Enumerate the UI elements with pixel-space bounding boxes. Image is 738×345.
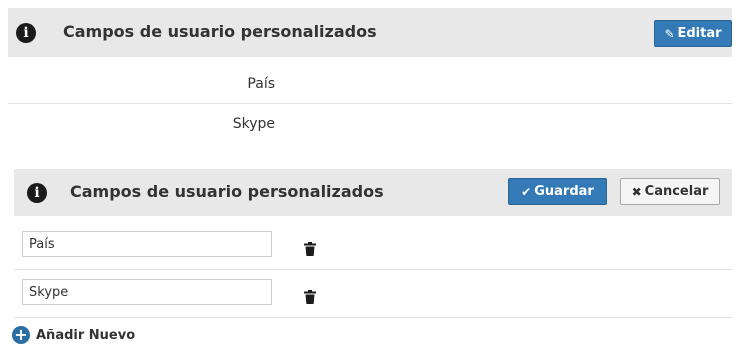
edit-row-divider [14,269,732,270]
view-field-skype: Skype [232,116,275,132]
check-icon: ✔ [521,184,532,199]
edit-button-label: Editar [677,26,722,41]
cancel-button-label: Cancelar [644,184,709,199]
edit-panel-title: Campos de usuario personalizados [70,182,384,201]
save-button-label: Guardar [534,184,594,199]
edit-row-divider [14,317,732,318]
field-name-input[interactable] [22,279,272,305]
edit-button[interactable]: ✎ Editar [654,20,732,47]
add-new-button[interactable]: + Añadir Nuevo [12,326,135,344]
field-name-input[interactable] [22,231,272,257]
view-field-pais: País [247,76,275,92]
view-row-divider [8,103,732,104]
pencil-icon: ✎ [664,26,675,41]
info-icon: i [27,183,47,203]
info-icon: i [16,23,36,43]
plus-circle-icon: + [12,326,30,344]
cancel-button[interactable]: ✖ Cancelar [620,178,720,205]
x-icon: ✖ [631,184,642,199]
save-button[interactable]: ✔ Guardar [508,178,607,205]
add-new-label: Añadir Nuevo [36,327,136,343]
trash-icon[interactable] [304,242,316,256]
view-panel-title: Campos de usuario personalizados [63,22,377,41]
trash-icon[interactable] [304,290,316,304]
